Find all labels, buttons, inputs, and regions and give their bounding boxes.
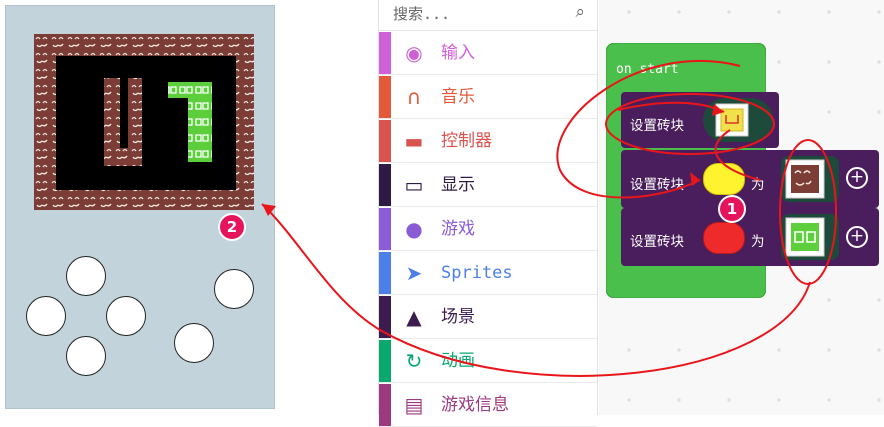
add-icon[interactable]: + bbox=[846, 167, 868, 189]
tile-picker-green[interactable] bbox=[785, 217, 825, 257]
dpad-right-button[interactable] bbox=[106, 296, 146, 336]
category-label: 显示 bbox=[441, 175, 475, 195]
paper-plane-icon: ➤ bbox=[405, 261, 423, 285]
id-card-icon: ▤ bbox=[404, 393, 424, 417]
category-music[interactable]: ∩ 音乐 bbox=[379, 76, 597, 119]
gamepad-icon: ▬ bbox=[404, 129, 424, 153]
game-screen bbox=[34, 34, 254, 210]
on-start-label: on start bbox=[616, 62, 679, 77]
color-dropdown-red[interactable] bbox=[703, 222, 745, 254]
category-color-bar bbox=[379, 252, 391, 294]
category-label: 输入 bbox=[441, 43, 475, 63]
b-button[interactable] bbox=[174, 323, 214, 363]
category-color-bar bbox=[379, 120, 391, 162]
set-tile-label-2: 设置砖块 bbox=[630, 177, 684, 193]
headphones-icon: ∩ bbox=[406, 85, 422, 109]
category-animation[interactable]: ↻ 动画 bbox=[379, 340, 597, 383]
monitor-icon: ▭ bbox=[404, 173, 424, 197]
category-label: Sprites bbox=[441, 263, 513, 283]
search-input[interactable] bbox=[393, 0, 553, 28]
category-color-bar bbox=[379, 76, 391, 118]
marker-1: 1 bbox=[726, 200, 738, 218]
search-bar: ⌕ bbox=[379, 0, 597, 31]
add-icon[interactable]: + bbox=[846, 226, 868, 248]
circle-icon: ● bbox=[405, 217, 423, 241]
category-sprites[interactable]: ➤ Sprites bbox=[379, 252, 597, 295]
category-color-bar bbox=[379, 296, 391, 338]
as-label-2: 为 bbox=[751, 234, 765, 250]
category-game-info[interactable]: ▤ 游戏信息 bbox=[379, 384, 597, 427]
category-color-bar bbox=[379, 32, 391, 74]
dpad-down-button[interactable] bbox=[66, 336, 106, 376]
dpad-up-button[interactable] bbox=[66, 256, 106, 296]
category-color-bar bbox=[379, 164, 391, 206]
a-button[interactable] bbox=[214, 269, 254, 309]
category-label: 动画 bbox=[441, 351, 475, 371]
game-simulator bbox=[5, 5, 275, 409]
category-display[interactable]: ▭ 显示 bbox=[379, 164, 597, 207]
as-label-1: 为 bbox=[751, 177, 765, 193]
category-label: 控制器 bbox=[441, 131, 492, 151]
refresh-icon: ↻ bbox=[405, 349, 423, 373]
category-game[interactable]: ● 游戏 bbox=[379, 208, 597, 251]
category-label: 场景 bbox=[441, 307, 475, 327]
category-color-bar bbox=[379, 340, 391, 382]
tile-picker-brick[interactable] bbox=[785, 159, 825, 199]
marker-2: 2 bbox=[226, 218, 238, 236]
toolbox: ⌕ ◉ 输入 ∩ 音乐 ▬ 控制器 ▭ 显示 ● 游戏 ➤ Sprites ▲ … bbox=[378, 0, 598, 427]
set-tile-label-3: 设置砖块 bbox=[630, 234, 684, 250]
target-icon: ◉ bbox=[405, 41, 423, 65]
search-icon[interactable]: ⌕ bbox=[575, 2, 585, 22]
set-tile-label-1: 设置砖块 bbox=[630, 118, 684, 134]
category-label: 音乐 bbox=[441, 87, 475, 107]
color-dropdown-yellow[interactable] bbox=[703, 163, 745, 195]
category-color-bar bbox=[379, 208, 391, 250]
category-input[interactable]: ◉ 输入 bbox=[379, 32, 597, 75]
dpad-left-button[interactable] bbox=[26, 296, 66, 336]
category-label: 游戏信息 bbox=[441, 395, 509, 415]
category-scene[interactable]: ▲ 场景 bbox=[379, 296, 597, 339]
tile-picker-yellow[interactable] bbox=[715, 103, 749, 137]
category-label: 游戏 bbox=[441, 219, 475, 239]
category-color-bar bbox=[379, 384, 391, 426]
category-controller[interactable]: ▬ 控制器 bbox=[379, 120, 597, 163]
tree-icon: ▲ bbox=[406, 305, 422, 329]
